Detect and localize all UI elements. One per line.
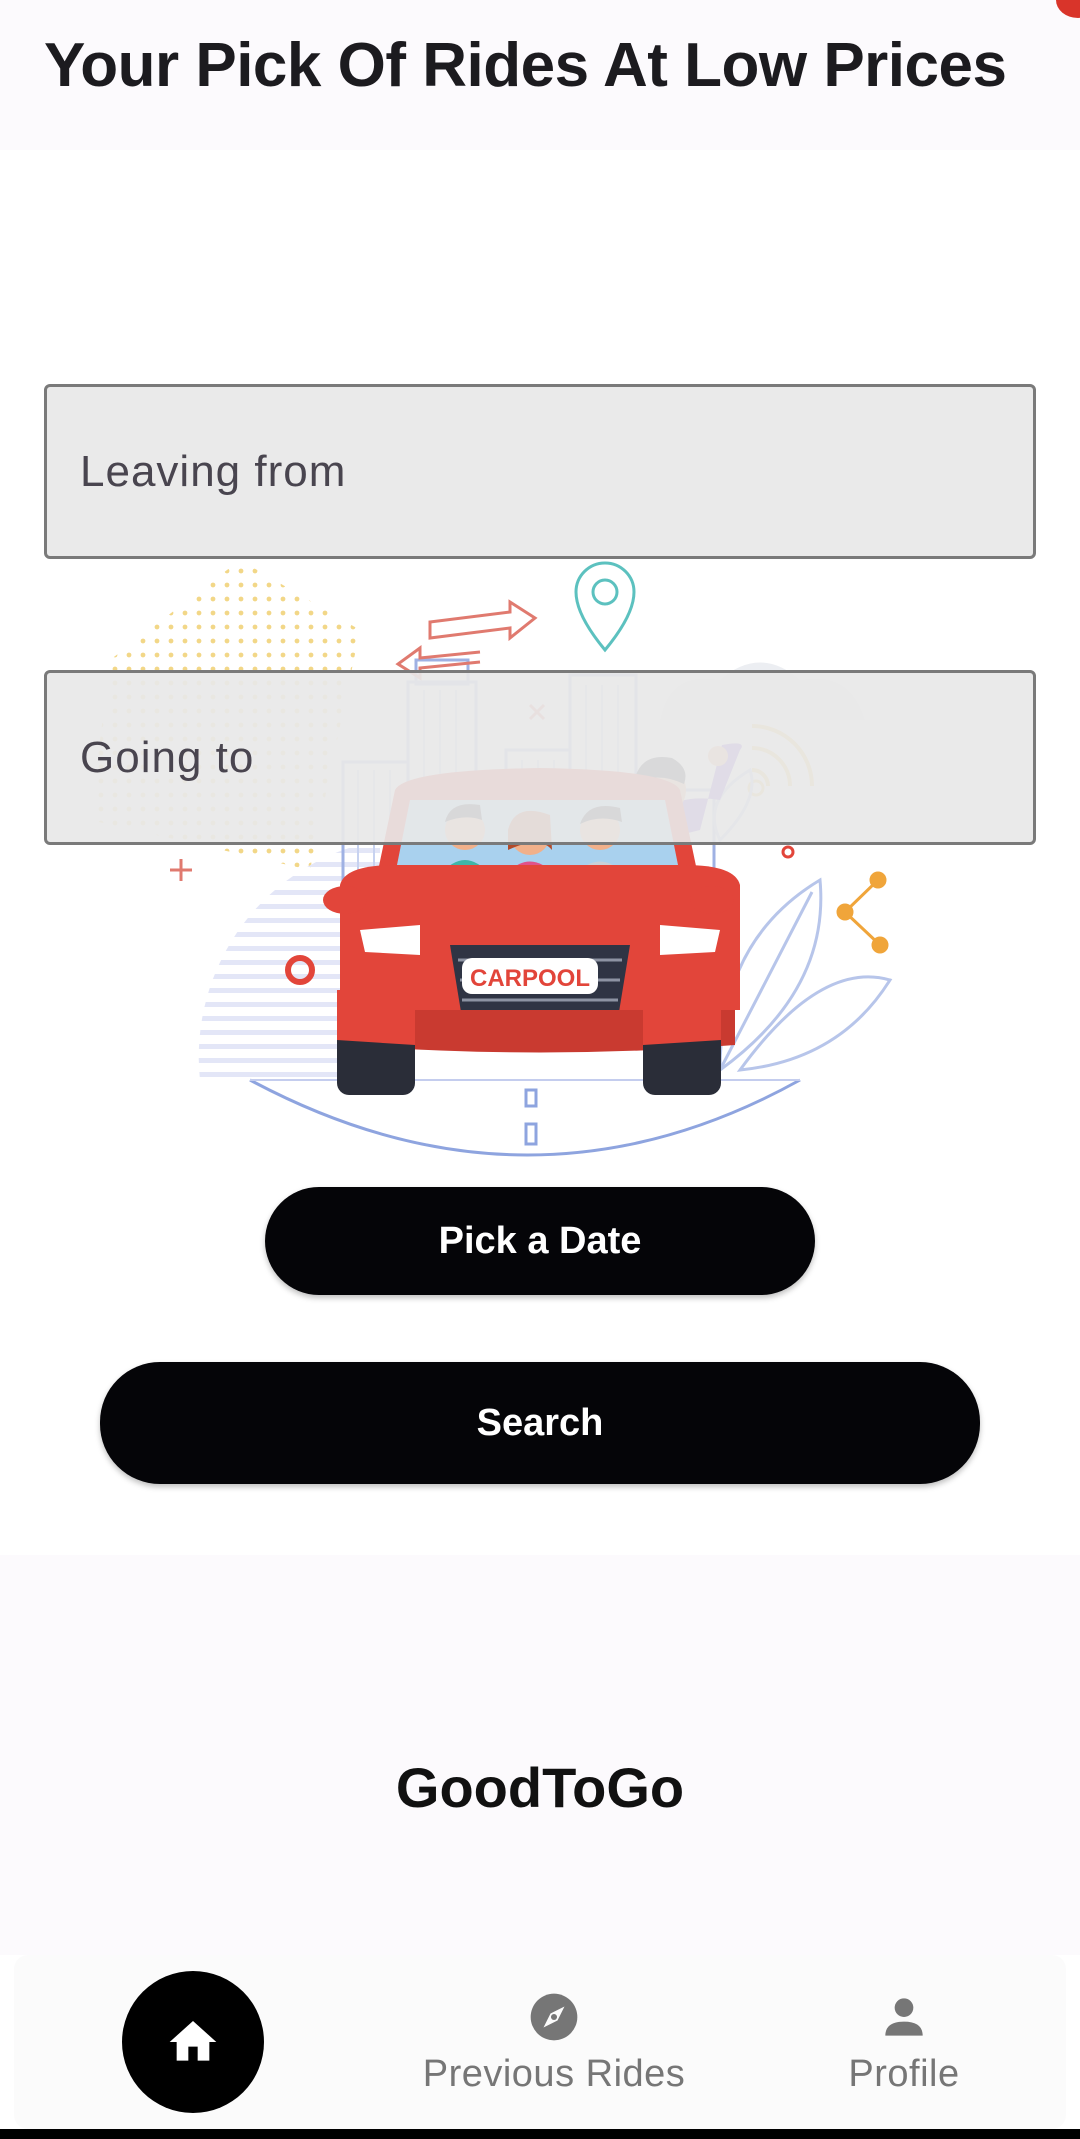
corner-decoration	[1056, 0, 1080, 18]
person-icon	[885, 1997, 923, 2036]
home-icon	[169, 2021, 217, 2061]
page-title: Your Pick Of Rides At Low Prices	[44, 31, 1007, 100]
nav-label-profile: Profile	[848, 2052, 960, 2095]
compass-icon	[530, 1993, 578, 2040]
nav-label-previous-rides: Previous Rides	[422, 2052, 686, 2095]
nav-item-previous-rides[interactable]: Previous Rides	[394, 1955, 714, 2129]
car-plate-text: CARPOOL	[470, 965, 590, 992]
going-to-field[interactable]	[44, 670, 1036, 845]
leaving-from-field[interactable]	[44, 384, 1036, 559]
bottom-navigation: Previous Rides Profile	[14, 1955, 1066, 2129]
home-button[interactable]	[122, 1971, 264, 2113]
pick-date-button[interactable]: Pick a Date	[265, 1187, 815, 1295]
leaving-from-input[interactable]	[47, 387, 1033, 556]
nav-item-home[interactable]	[118, 1955, 268, 2129]
search-button[interactable]: Search	[100, 1362, 980, 1484]
going-to-input[interactable]	[47, 673, 1033, 842]
carpool-illustration: CARPOOL	[90, 560, 893, 1157]
system-bottom-bar	[0, 2129, 1080, 2139]
nav-item-profile[interactable]: Profile	[794, 1955, 1014, 2129]
app-bar: Your Pick Of Rides At Low Prices	[0, 0, 1080, 150]
brand-name: GoodToGo	[395, 1756, 685, 1819]
